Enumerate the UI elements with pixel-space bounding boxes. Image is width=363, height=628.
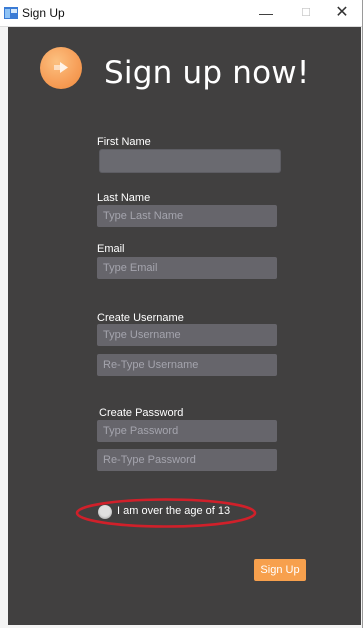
retype-password-input[interactable] <box>97 449 277 471</box>
close-button[interactable]: ✕ <box>322 0 362 26</box>
signup-window: Sign Up — ☐ ✕ Sign up now! First Name La… <box>0 0 363 628</box>
create-password-label: Create Password <box>99 407 184 419</box>
age-check-label: I am over the age of 13 <box>117 505 231 517</box>
last-name-input[interactable] <box>97 205 277 227</box>
app-window-icon <box>4 7 18 19</box>
create-username-label: Create Username <box>97 312 184 324</box>
window-title: Sign Up <box>22 6 65 20</box>
retype-username-input[interactable] <box>97 354 277 376</box>
age-check-toggle[interactable] <box>98 505 112 519</box>
minimize-button[interactable]: — <box>246 0 286 26</box>
email-input[interactable] <box>97 257 277 279</box>
page-title: Sign up now! <box>104 55 310 91</box>
signup-form-panel: Sign up now! First Name Last Name Email … <box>8 27 361 625</box>
last-name-label: Last Name <box>97 192 151 204</box>
first-name-label: First Name <box>97 136 151 148</box>
logo-icon <box>40 47 82 89</box>
first-name-input[interactable] <box>100 150 280 172</box>
play-arrow-icon <box>54 62 68 73</box>
maximize-button[interactable]: ☐ <box>286 0 326 26</box>
username-input[interactable] <box>97 324 277 346</box>
email-label: Email <box>97 243 125 255</box>
title-bar: Sign Up — ☐ ✕ <box>0 0 362 27</box>
password-input[interactable] <box>97 420 277 442</box>
sign-up-button[interactable]: Sign Up <box>254 559 306 581</box>
